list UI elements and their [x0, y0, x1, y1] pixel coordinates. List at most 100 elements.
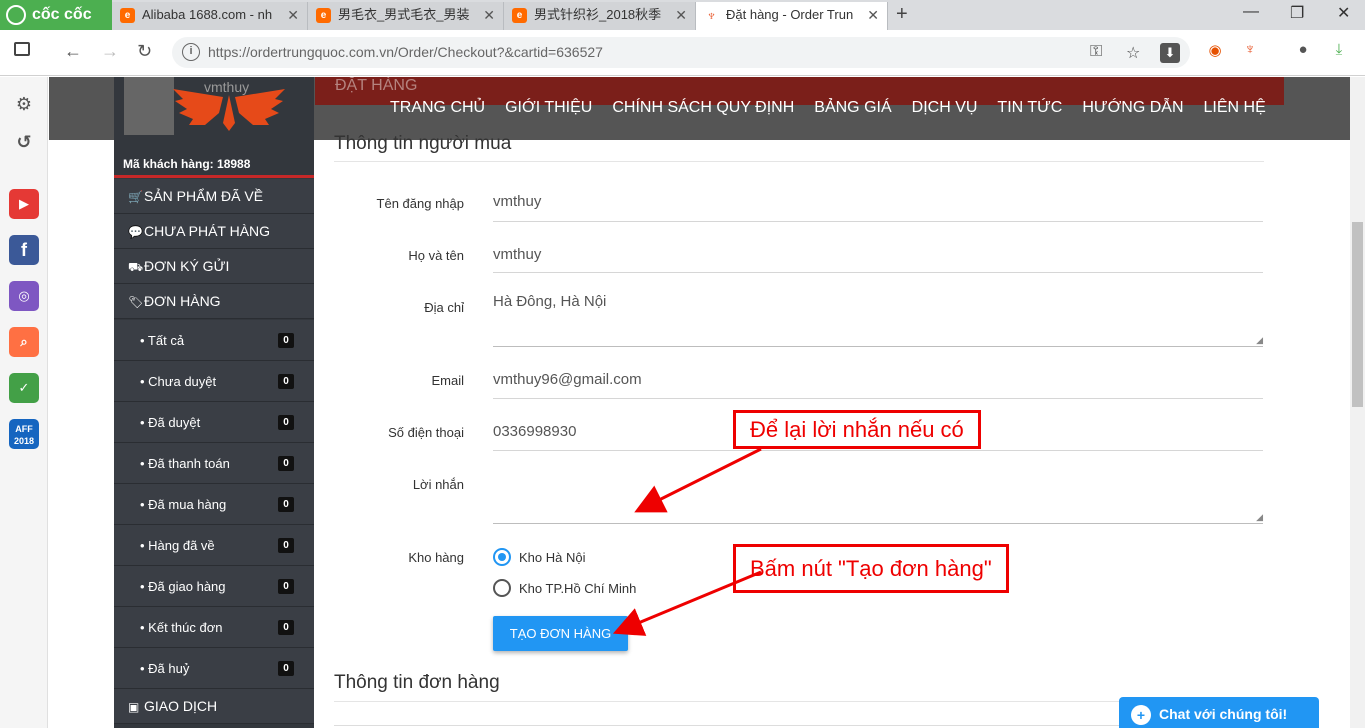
menu-item-pricing[interactable]: BẢNG GIÁ	[814, 99, 891, 117]
coccoc-extension-icon[interactable]: ◉	[1205, 41, 1225, 61]
message-textarea[interactable]: ◢	[493, 470, 1263, 524]
menu-item-services[interactable]: DỊCH VỤ	[912, 99, 978, 117]
sidebar-item-orders[interactable]: 🏷ĐƠN HÀNG	[114, 284, 314, 319]
coccoc-menu-button[interactable]: cốc cốc	[0, 0, 112, 30]
sidebar-item-arrived-products[interactable]: 🛒SẢN PHẨM ĐÃ VỀ	[114, 179, 314, 214]
sidebar-subitem-purchased[interactable]: • Đã mua hàng 0	[114, 484, 314, 525]
resize-grip-icon[interactable]: ◢	[1256, 335, 1263, 346]
sidebar-divider	[114, 175, 314, 178]
warehouse-radio-hcm[interactable]: Kho TP.Hồ Chí Minh	[493, 579, 636, 597]
count-badge: 0	[278, 620, 294, 635]
tab-title: 男式针织衫_2018秋季	[534, 7, 662, 22]
callout-press-button: Bấm nút "Tạo đơn hàng"	[733, 544, 1009, 593]
count-badge: 0	[278, 374, 294, 389]
avatar-image	[124, 77, 174, 135]
subitem-label: • Đã thanh toán	[140, 456, 230, 471]
facebook-icon[interactable]: f	[9, 235, 39, 265]
menu-item-contact[interactable]: LIÊN HỆ	[1204, 99, 1266, 117]
download-icon[interactable]: ⬇	[1160, 43, 1180, 63]
browser-tab-2[interactable]: e 男毛衣_男式毛衣_男装 ✕	[308, 2, 504, 30]
sidebar-item-not-shipped[interactable]: 💬CHƯA PHÁT HÀNG	[114, 214, 314, 249]
menu-item-policy[interactable]: CHÍNH SÁCH QUY ĐỊNH	[612, 99, 794, 117]
window-close-icon[interactable]: ✕	[1337, 3, 1350, 23]
count-badge: 0	[278, 538, 294, 553]
browser-tab-active[interactable]: ♆ Đặt hàng - Order Trun ✕	[696, 2, 888, 30]
sidebar-subitem-delivered[interactable]: • Đã giao hàng 0	[114, 566, 314, 607]
callout-leave-message: Để lại lời nhắn nếu có	[733, 410, 981, 449]
truck-icon: ⛟	[128, 260, 144, 274]
sidebar-subitem-approved[interactable]: • Đã duyệt 0	[114, 402, 314, 443]
user-avatar[interactable]: vmthuy	[124, 77, 302, 137]
sidebar-subitem-paid[interactable]: • Đã thanh toán 0	[114, 443, 314, 484]
account-sidebar: vmthuy Mã khách hàng: 18988 🛒SẢN PHẨM ĐÃ…	[114, 77, 314, 728]
menu-item-guide[interactable]: HƯỚNG DẪN	[1082, 99, 1183, 117]
info-icon[interactable]: i	[182, 43, 200, 61]
customer-id-value: 18988	[217, 157, 251, 171]
sidebar-item-label: SẢN PHẨM ĐÃ VỀ	[144, 188, 264, 204]
aff-2018-icon[interactable]: AFF 2018	[9, 419, 39, 449]
scrollbar-thumb[interactable]	[1352, 222, 1363, 407]
profile-icon[interactable]: ●	[1293, 41, 1313, 61]
page-scrollbar[interactable]	[1350, 77, 1365, 728]
sidebar-subitem-pending[interactable]: • Chưa duyệt 0	[114, 361, 314, 402]
music-icon[interactable]: ◎	[9, 281, 39, 311]
tags-icon: 🏷	[128, 295, 144, 309]
warehouse-radio-hanoi[interactable]: Kho Hà Nội	[493, 548, 585, 566]
create-order-button[interactable]: TẠO ĐƠN HÀNG	[493, 616, 628, 651]
minimize-icon[interactable]: —	[1243, 3, 1259, 21]
sidebar-toggle-icon[interactable]	[14, 42, 30, 56]
back-icon[interactable]: ←	[64, 41, 82, 62]
download-arrow-icon[interactable]: ⤓	[1329, 41, 1349, 61]
sidebar-subitem-cancelled[interactable]: • Đã huỷ 0	[114, 648, 314, 689]
sidebar-item-label: GIAO DỊCH	[144, 698, 218, 714]
warehouse-label: Kho hàng	[408, 550, 464, 565]
browser-tab-1[interactable]: e Alibaba 1688.com - nh ✕	[112, 2, 308, 30]
tab-title: 男毛衣_男式毛衣_男装	[338, 7, 470, 22]
sidebar-item-label: ĐƠN KÝ GỬI	[144, 258, 230, 274]
search-icon[interactable]: ⌕	[9, 327, 39, 357]
subitem-label: • Đã giao hàng	[140, 579, 226, 594]
money-icon: ▣	[128, 700, 140, 714]
address-textarea[interactable]: Hà Đông, Hà Nội ◢	[493, 293, 1263, 347]
url-bar[interactable]: i https://ordertrungquoc.com.vn/Order/Ch…	[172, 37, 1190, 68]
close-icon[interactable]: ✕	[287, 2, 299, 28]
url-text[interactable]: https://ordertrungquoc.com.vn/Order/Chec…	[208, 44, 603, 60]
forward-icon[interactable]: →	[101, 41, 119, 62]
main-menu: TRANG CHỦ GIỚI THIỆU CHÍNH SÁCH QUY ĐỊNH…	[390, 99, 1286, 117]
sidebar-item-transactions[interactable]: ▣ GIAO DỊCH	[114, 689, 314, 724]
chat-widget-button[interactable]: + Chat với chúng tôi!	[1119, 697, 1319, 728]
menu-item-home[interactable]: TRANG CHỦ	[390, 99, 485, 117]
fullname-field[interactable]: vmthuy	[493, 246, 1263, 263]
username-field[interactable]: vmthuy	[493, 193, 1263, 210]
restore-icon[interactable]: ❐	[1290, 3, 1304, 23]
subitem-label: • Đã huỷ	[140, 661, 190, 676]
count-badge: 0	[278, 415, 294, 430]
reload-icon[interactable]: ↻	[137, 41, 152, 62]
section-title-buyer: Thông tin người mua	[334, 133, 512, 154]
settings-icon[interactable]: ⚙	[9, 89, 39, 119]
sidebar-item-consignment[interactable]: ⛟ĐƠN KÝ GỬI	[114, 249, 314, 284]
star-icon[interactable]: ☆	[1126, 43, 1140, 63]
menu-item-news[interactable]: TIN TỨC	[997, 99, 1062, 117]
field-underline	[493, 221, 1263, 222]
cart-icon: 🛒	[128, 190, 143, 204]
menu-item-about[interactable]: GIỚI THIỆU	[505, 99, 592, 117]
new-tab-icon[interactable]: +	[896, 3, 908, 26]
sidebar-subitem-arrived[interactable]: • Hàng đã về 0	[114, 525, 314, 566]
youtube-icon[interactable]: ▶	[9, 189, 39, 219]
sidebar-subitem-all[interactable]: • Tất cả 0	[114, 320, 314, 361]
sidebar-subitem-finished[interactable]: • Kết thúc đơn 0	[114, 607, 314, 648]
close-icon[interactable]: ✕	[483, 2, 495, 28]
radio-checked-icon	[493, 548, 511, 566]
map-pin-icon[interactable]: ✓	[9, 373, 39, 403]
key-icon[interactable]: ⚿	[1090, 43, 1102, 61]
close-icon[interactable]: ✕	[867, 2, 879, 28]
resize-grip-icon[interactable]: ◢	[1256, 512, 1263, 523]
email-field[interactable]: vmthuy96@gmail.com	[493, 371, 1263, 388]
field-underline	[493, 398, 1263, 399]
radio-unchecked-icon	[493, 579, 511, 597]
close-icon[interactable]: ✕	[675, 2, 687, 28]
wings-extension-icon[interactable]: ♆	[1240, 41, 1260, 61]
history-icon[interactable]: ↺	[9, 127, 39, 157]
browser-tab-3[interactable]: e 男式针织衫_2018秋季 ✕	[504, 2, 696, 30]
